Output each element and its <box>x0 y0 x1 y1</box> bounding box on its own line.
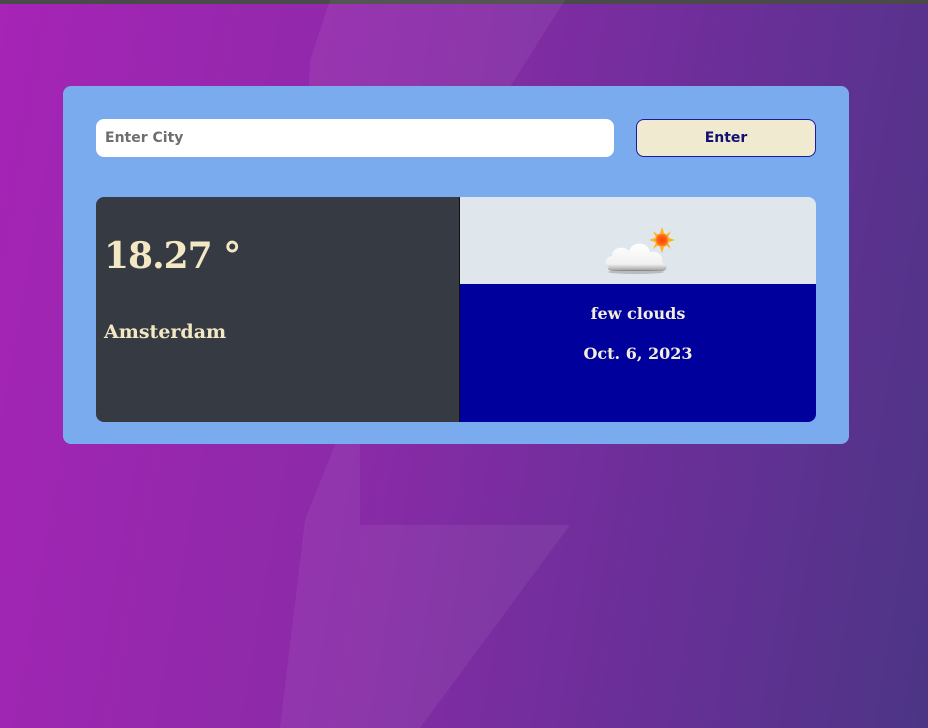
enter-button[interactable]: Enter <box>636 119 816 157</box>
few-clouds-icon <box>605 227 675 274</box>
weather-icon-container <box>460 197 816 284</box>
weather-details-section: few clouds Oct. 6, 2023 <box>460 197 816 422</box>
weather-summary-section: 18.27 ° Amsterdam <box>96 197 460 422</box>
weather-card: 18.27 ° Amsterdam few clouds Oct. 6, 202… <box>96 197 816 422</box>
weather-info-container: few clouds Oct. 6, 2023 <box>460 284 816 422</box>
temperature-value: 18.27 ° <box>104 235 241 277</box>
weather-panel: Enter 18.27 ° Amsterdam <box>63 86 849 444</box>
weather-date: Oct. 6, 2023 <box>583 344 693 363</box>
window-top-border <box>0 0 928 4</box>
weather-description: few clouds <box>590 304 686 323</box>
city-search-input[interactable] <box>96 119 614 157</box>
city-name: Amsterdam <box>104 321 227 343</box>
